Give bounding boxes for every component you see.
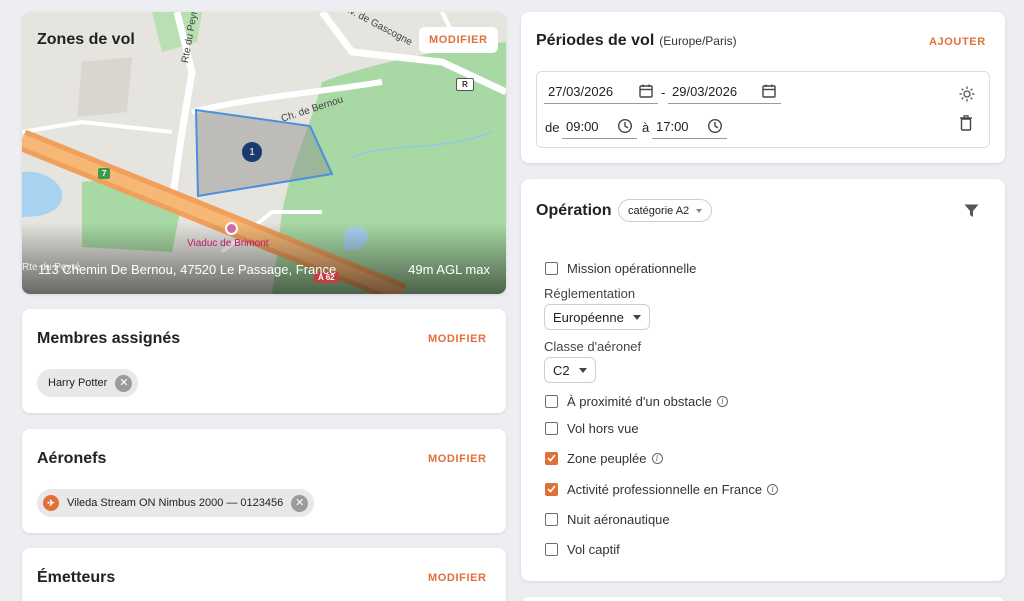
aircraft-card: Aéronefs MODIFIER ✈ Vileda Stream ON Nim…: [22, 429, 506, 533]
remove-chip-icon[interactable]: ✕: [115, 374, 133, 392]
zone-address: 113 Chemin De Bernou, 47520 Le Passage, …: [38, 262, 337, 277]
option-bvlos-checkbox[interactable]: Vol hors vue: [545, 419, 639, 437]
option-populated-checkbox[interactable]: Zone peuplée i: [545, 449, 663, 467]
operation-card: Opération catégorie A2 Mission opération…: [521, 179, 1005, 581]
regulation-label: Réglementation: [544, 286, 636, 301]
aircraft-class-label: Classe d'aéronef: [544, 339, 642, 354]
periods-timezone: (Europe/Paris): [659, 34, 737, 48]
remove-chip-icon[interactable]: ✕: [291, 494, 309, 512]
to-label: à: [642, 120, 650, 135]
emitters-title: Émetteurs: [37, 569, 116, 586]
checkbox-icon[interactable]: [545, 542, 558, 556]
members-card: Membres assignés MODIFIER Harry Potter ✕: [22, 309, 506, 413]
aircraft-chip: ✈ Vileda Stream ON Nimbus 2000 — 0123456…: [37, 489, 315, 517]
start-time-input[interactable]: 09:00: [562, 115, 637, 139]
periods-title: Périodes de vol: [536, 32, 655, 49]
daylight-icon[interactable]: [959, 86, 975, 102]
checkbox-icon[interactable]: [545, 394, 558, 408]
members-title: Membres assignés: [37, 330, 181, 347]
option-obstacle-checkbox[interactable]: À proximité d'un obstacle i: [545, 392, 728, 410]
zone-marker[interactable]: 1: [242, 142, 262, 162]
aircraft-edit-button[interactable]: MODIFIER: [428, 453, 487, 465]
calendar-icon[interactable]: [761, 83, 777, 99]
chevron-down-icon: [696, 208, 703, 213]
aircraft-title: Aéronefs: [37, 450, 107, 467]
periods-header: Périodes de vol (Europe/Paris): [536, 32, 737, 50]
checkbox-icon[interactable]: [545, 512, 558, 526]
filter-icon[interactable]: [964, 204, 979, 218]
zones-card: Rte du Peyré Ch. de Bernou Av. de Gascog…: [22, 12, 506, 294]
end-date-input[interactable]: 29/03/2026: [668, 80, 781, 104]
option-professional-checkbox[interactable]: Activité professionnelle en France i: [545, 480, 779, 498]
aircraft-class-select[interactable]: C2: [544, 357, 596, 383]
checkbox-checked-icon[interactable]: [545, 451, 558, 465]
clock-icon[interactable]: [617, 118, 633, 134]
members-edit-button[interactable]: MODIFIER: [428, 333, 487, 345]
periods-add-button[interactable]: AJOUTER: [929, 36, 986, 48]
emitters-card: Émetteurs MODIFIER: [22, 548, 506, 601]
calendar-icon[interactable]: [638, 83, 654, 99]
emitters-edit-button[interactable]: MODIFIER: [428, 572, 487, 584]
aircraft-brand-icon: ✈: [43, 495, 59, 511]
member-chip-label: Harry Potter: [48, 377, 108, 389]
trash-icon[interactable]: [959, 115, 973, 131]
member-chip: Harry Potter ✕: [37, 369, 139, 397]
checkbox-icon[interactable]: [545, 421, 558, 435]
regulation-select[interactable]: Européenne: [544, 304, 650, 330]
mission-checkbox[interactable]: Mission opérationnelle: [545, 259, 696, 277]
info-icon[interactable]: i: [651, 452, 663, 464]
map-road-shield: 7: [98, 168, 111, 179]
operation-title: Opération: [536, 202, 612, 219]
map-road-shield: R: [456, 78, 474, 91]
zones-title: Zones de vol: [37, 31, 135, 48]
chevron-down-icon: [578, 367, 587, 373]
category-select[interactable]: catégorie A2: [618, 199, 713, 222]
end-time-input[interactable]: 17:00: [652, 115, 727, 139]
info-icon[interactable]: i: [716, 395, 728, 407]
option-tethered-checkbox[interactable]: Vol captif: [545, 540, 620, 558]
from-label: de: [545, 120, 560, 135]
clock-icon[interactable]: [707, 118, 723, 134]
periods-card: Périodes de vol (Europe/Paris) AJOUTER 2…: [521, 12, 1005, 163]
info-icon[interactable]: i: [767, 483, 779, 495]
next-card: [521, 597, 1005, 601]
zones-edit-button[interactable]: MODIFIER: [419, 27, 498, 53]
map-poi-label: Viaduc de Brimont: [187, 238, 269, 249]
map-poi-icon: [225, 222, 238, 235]
start-date-input[interactable]: 27/03/2026: [544, 80, 658, 104]
date-separator: -: [661, 85, 666, 100]
chevron-down-icon: [632, 314, 641, 320]
checkbox-icon[interactable]: [545, 261, 558, 275]
zone-altitude: 49m AGL max: [408, 262, 490, 277]
checkbox-checked-icon[interactable]: [545, 482, 558, 496]
option-night-checkbox[interactable]: Nuit aéronautique: [545, 510, 670, 528]
aircraft-chip-label: Vileda Stream ON Nimbus 2000 — 0123456: [67, 497, 284, 509]
map[interactable]: [22, 12, 506, 294]
period-row: 27/03/2026 - 29/03/2026 de 09:00 à 17:00: [536, 71, 990, 148]
